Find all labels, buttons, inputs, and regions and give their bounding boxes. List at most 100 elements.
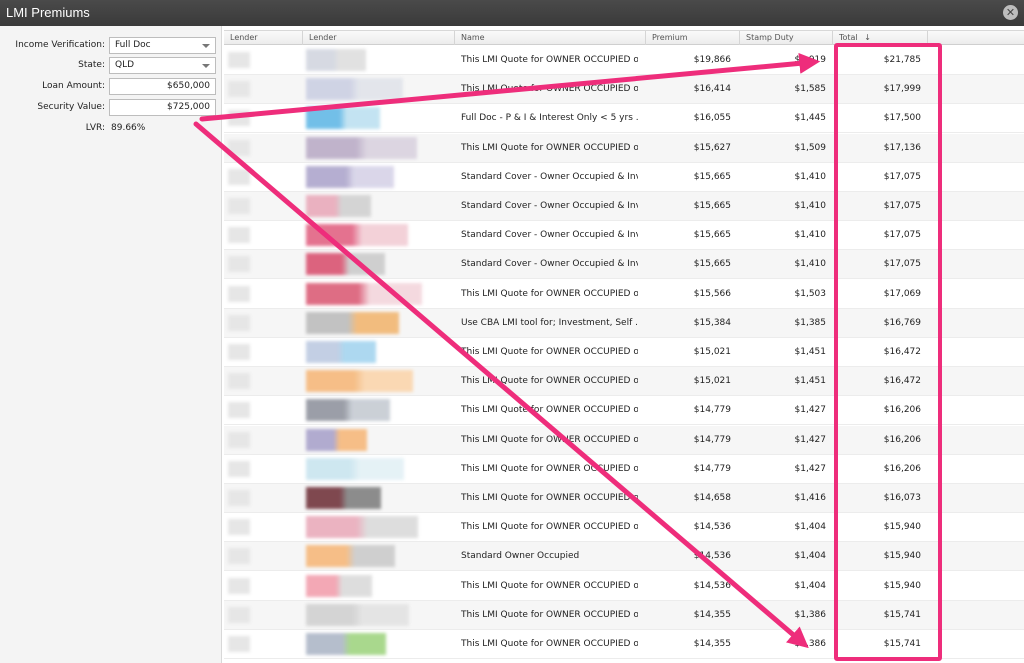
table-row[interactable]: Standard Cover - Owner Occupied & Inv...… <box>224 163 1024 192</box>
lender-name-blurred <box>306 282 422 305</box>
income-verification-row: Income Verification: Full Doc <box>0 37 222 55</box>
lender-name-blurred <box>306 136 417 159</box>
cell-name: This LMI Quote for OWNER OCCUPIED o... <box>461 142 638 153</box>
table-row[interactable]: Standard Cover - Owner Occupied & Inv...… <box>224 221 1024 251</box>
lender-name-blurred <box>306 399 390 422</box>
cell-name: This LMI Quote for OWNER OCCUPIED o... <box>461 376 638 387</box>
lender-name-blurred <box>306 341 376 363</box>
cell-total: $17,075 <box>883 171 921 182</box>
lender-logo-blurred <box>228 460 250 477</box>
state-label: State: <box>78 60 105 70</box>
table-row[interactable]: This LMI Quote for OWNER OCCUPIED o... $1… <box>224 280 1024 309</box>
column-header-lender[interactable]: Lender <box>224 31 303 45</box>
cell-stamp-duty: $1,404 <box>794 580 827 591</box>
table-row[interactable]: Standard Cover - Owner Occupied & Inv...… <box>224 250 1024 280</box>
cell-total: $16,073 <box>883 493 921 503</box>
column-header-premium[interactable]: Premium <box>646 31 740 45</box>
table-row[interactable]: This LMI Quote for OWNER OCCUPIED o... $1… <box>224 630 1024 659</box>
table-row[interactable]: This LMI Quote for OWNER OCCUPIED o... $1… <box>224 572 1024 601</box>
table-row[interactable]: Use CBA LMI tool for; Investment, Self .… <box>224 308 1024 338</box>
lvr-value: 89.66% <box>111 123 146 133</box>
table-row[interactable]: This LMI Quote for OWNER OCCUPIED o... $1… <box>224 396 1024 426</box>
security-value-row: Security Value: $725,000 <box>0 99 222 117</box>
cell-stamp-duty: $1,416 <box>794 493 827 503</box>
loan-amount-label: Loan Amount: <box>42 81 105 91</box>
lender-logo-blurred <box>228 168 250 185</box>
loan-amount-input[interactable]: $650,000 <box>109 78 216 95</box>
lender-name-blurred <box>306 165 394 188</box>
chevron-down-icon <box>202 64 210 68</box>
cell-premium: $19,866 <box>693 55 731 65</box>
lvr-row: LVR: 89.66% <box>0 120 222 138</box>
table-row[interactable]: Standard Cover - Owner Occupied & Inv...… <box>224 192 1024 221</box>
cell-premium: $15,665 <box>693 230 731 241</box>
security-value-input[interactable]: $725,000 <box>109 99 216 116</box>
premiums-table: Lender Lender Name Premium Stamp Duty To… <box>224 26 1024 663</box>
cell-stamp-duty: $1,410 <box>794 230 827 241</box>
lender-name-blurred <box>306 633 386 655</box>
cell-premium: $14,355 <box>693 609 731 620</box>
cell-name: This LMI Quote for OWNER OCCUPIED o... <box>461 522 638 533</box>
cell-name: This LMI Quote for OWNER OCCUPIED o... <box>461 84 638 95</box>
close-icon[interactable]: ✕ <box>1003 5 1018 20</box>
lender-name-blurred <box>306 195 371 217</box>
lender-name-blurred <box>306 78 403 101</box>
lender-logo-blurred <box>228 606 250 623</box>
cell-name: Standard Cover - Owner Occupied & Inv... <box>461 171 638 182</box>
table-row[interactable]: This LMI Quote for OWNER OCCUPIED o... $1… <box>224 455 1024 484</box>
column-header-lender-name[interactable]: Lender <box>303 31 455 45</box>
lender-name-blurred <box>306 107 380 130</box>
cell-stamp-duty: $1,503 <box>794 288 827 299</box>
lender-logo-blurred <box>228 548 250 565</box>
cell-total: $16,206 <box>883 463 921 474</box>
lender-logo-blurred <box>228 256 250 273</box>
sort-descending-icon: ↓ <box>864 33 871 42</box>
table-row[interactable]: This LMI Quote for OWNER OCCUPIED o... $1… <box>224 46 1024 75</box>
lender-logo-blurred <box>228 636 250 652</box>
cell-total: $17,075 <box>883 230 921 241</box>
lender-logo-blurred <box>228 52 250 68</box>
cell-name: Standard Cover - Owner Occupied & Inv... <box>461 230 638 241</box>
cell-total: $15,940 <box>883 551 921 562</box>
table-row[interactable]: This LMI Quote for OWNER OCCUPIED o... $1… <box>224 484 1024 513</box>
cell-premium: $15,627 <box>693 142 731 153</box>
cell-stamp-duty: $1,404 <box>794 551 827 562</box>
cell-stamp-duty: $1,427 <box>794 434 827 445</box>
cell-stamp-duty: $1,451 <box>794 347 827 357</box>
state-value: QLD <box>115 60 135 70</box>
table-row[interactable]: This LMI Quote for OWNER OCCUPIED o... $1… <box>224 75 1024 105</box>
lender-name-blurred <box>306 545 395 568</box>
column-header-name[interactable]: Name <box>455 31 646 45</box>
cell-premium: $15,021 <box>693 347 731 357</box>
lender-logo-blurred <box>228 490 250 506</box>
state-row: State: QLD <box>0 57 222 75</box>
table-row[interactable]: This LMI Quote for OWNER OCCUPIED o... $1… <box>224 338 1024 367</box>
table-row[interactable]: This LMI Quote for OWNER OCCUPIED o... $1… <box>224 133 1024 163</box>
lender-logo-blurred <box>228 519 250 536</box>
lender-logo-blurred <box>228 285 250 302</box>
income-verification-select[interactable]: Full Doc <box>109 37 216 54</box>
column-header-total[interactable]: Total ↓ <box>833 31 928 45</box>
cell-stamp-duty: $1,386 <box>794 639 827 649</box>
table-row[interactable]: This LMI Quote for OWNER OCCUPIED o... $1… <box>224 600 1024 630</box>
table-header: Lender Lender Name Premium Stamp Duty To… <box>224 30 1024 45</box>
state-select[interactable]: QLD <box>109 57 216 74</box>
table-row[interactable]: This LMI Quote for OWNER OCCUPIED o... $1… <box>224 513 1024 543</box>
lender-name-blurred <box>306 370 413 393</box>
window-title: LMI Premiums <box>6 5 90 20</box>
table-row[interactable]: This LMI Quote for OWNER OCCUPIED o... $1… <box>224 425 1024 455</box>
cell-total: $21,785 <box>883 55 921 65</box>
lender-name-blurred <box>306 516 418 539</box>
cell-total: $16,769 <box>883 317 921 328</box>
lender-name-blurred <box>306 428 367 451</box>
cell-name: Standard Cover - Owner Occupied & Inv... <box>461 259 638 270</box>
table-row[interactable]: Standard Owner Occupied $14,536 $1,404 $15,… <box>224 542 1024 572</box>
lender-logo-blurred <box>228 110 250 127</box>
table-row[interactable]: This LMI Quote for OWNER OCCUPIED o... $1… <box>224 367 1024 397</box>
cell-stamp-duty: $1,445 <box>794 113 827 124</box>
lvr-label: LVR: <box>85 123 105 133</box>
cell-name: Standard Owner Occupied <box>461 551 580 562</box>
cell-name: This LMI Quote for OWNER OCCUPIED o... <box>461 580 638 591</box>
table-row[interactable]: Full Doc - P & I & Interest Only < 5 yrs… <box>224 104 1024 134</box>
column-header-stamp-duty[interactable]: Stamp Duty <box>740 31 833 45</box>
